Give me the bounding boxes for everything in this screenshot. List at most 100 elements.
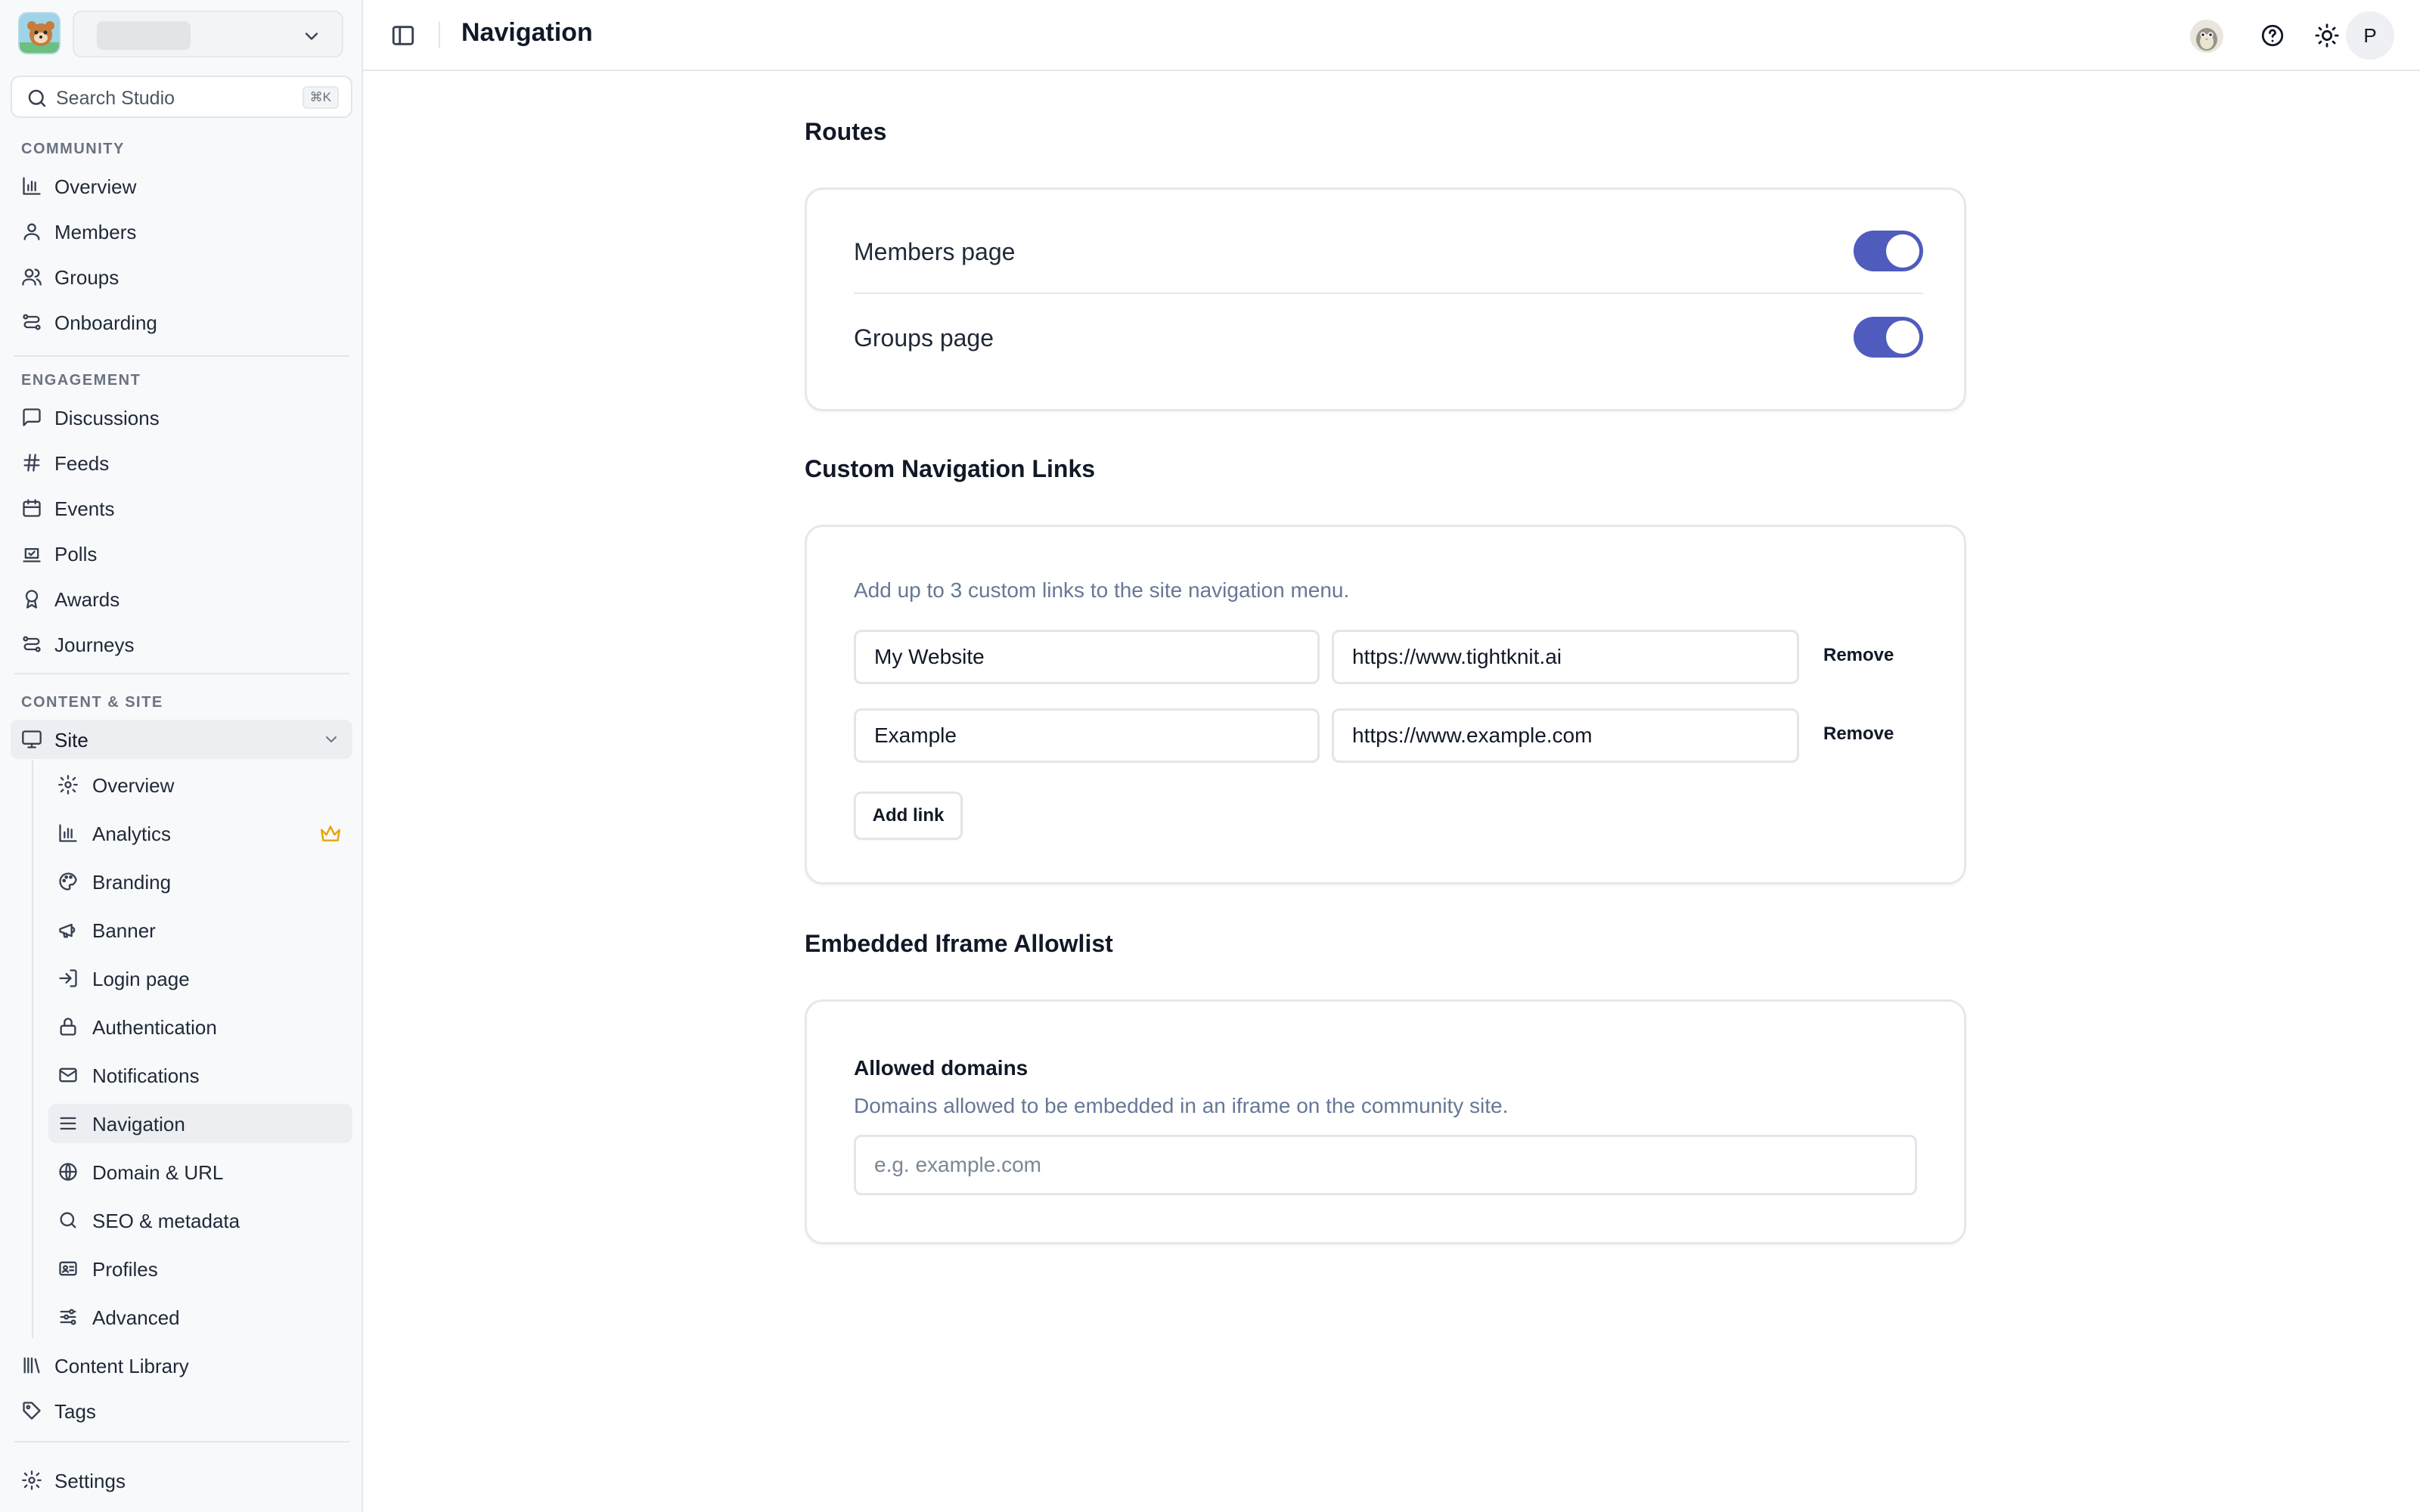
groups-page-toggle[interactable] bbox=[1854, 317, 1923, 358]
sidebar-item-label: Events bbox=[54, 497, 115, 520]
sidebar-divider bbox=[14, 1441, 349, 1442]
palette-icon bbox=[59, 872, 77, 891]
sidebar-item-label: Profiles bbox=[92, 1258, 158, 1281]
sidebar-item-label: Groups bbox=[54, 266, 119, 289]
sidebar-subitem-advanced[interactable]: Advanced bbox=[48, 1297, 352, 1337]
route-icon bbox=[23, 314, 41, 330]
lock-icon bbox=[60, 1018, 76, 1036]
message-square-icon bbox=[23, 408, 41, 426]
sidebar-item-feeds[interactable]: Feeds bbox=[11, 443, 352, 482]
sidebar-subitem-login-page[interactable]: Login page bbox=[48, 959, 352, 998]
sidebar-item-label: Feeds bbox=[54, 452, 110, 475]
sidebar-item-label: Navigation bbox=[92, 1113, 185, 1136]
community-logo[interactable] bbox=[18, 12, 60, 54]
id-card-icon bbox=[59, 1261, 77, 1276]
sidebar-subitem-overview[interactable]: Overview bbox=[48, 765, 352, 804]
sidebar-item-label: Notifications bbox=[92, 1064, 200, 1087]
sidebar-item-events[interactable]: Events bbox=[11, 488, 352, 528]
sidebar-subitem-domain-url[interactable]: Domain & URL bbox=[48, 1152, 352, 1191]
link-name-input[interactable] bbox=[854, 708, 1320, 763]
sidebar-item-label: Overview bbox=[54, 175, 137, 198]
link-name-input[interactable] bbox=[854, 630, 1320, 684]
award-icon bbox=[25, 590, 39, 609]
sidebar-subitem-notifications[interactable]: Notifications bbox=[48, 1055, 352, 1095]
sidebar-item-overview[interactable]: Overview bbox=[11, 166, 352, 206]
sidebar-item-awards[interactable]: Awards bbox=[11, 579, 352, 618]
search-studio[interactable]: Search Studio ⌘K bbox=[11, 76, 352, 118]
sidebar-item-label: Domain & URL bbox=[92, 1161, 224, 1184]
link-url-input[interactable] bbox=[1332, 708, 1799, 763]
members-page-toggle[interactable] bbox=[1854, 231, 1923, 271]
section-label-engagement: ENGAGEMENT bbox=[21, 372, 141, 389]
sidebar-item-groups[interactable]: Groups bbox=[11, 257, 352, 296]
routes-card: Members page Groups page bbox=[805, 187, 1966, 411]
sidebar-subitem-profiles[interactable]: Profiles bbox=[48, 1249, 352, 1288]
crown-premium-icon bbox=[321, 826, 340, 841]
routes-heading: Routes bbox=[805, 118, 887, 145]
sidebar-item-label: Overview bbox=[92, 774, 175, 797]
bar-chart-icon bbox=[59, 824, 77, 842]
route-row-groups: Groups page bbox=[854, 296, 1923, 380]
sidebar-toggle-icon[interactable] bbox=[390, 23, 416, 48]
megaphone-icon bbox=[59, 923, 76, 938]
sidebar-item-onboarding[interactable]: Onboarding bbox=[11, 302, 352, 342]
sidebar-subitem-banner[interactable]: Banner bbox=[48, 910, 352, 950]
sidebar-item-tags[interactable]: Tags bbox=[11, 1391, 352, 1430]
sidebar-subitem-analytics[interactable]: Analytics bbox=[48, 813, 352, 853]
gear-icon bbox=[22, 1470, 42, 1490]
sliders-icon bbox=[60, 1309, 76, 1325]
sun-icon[interactable] bbox=[2314, 23, 2340, 48]
user-icon bbox=[23, 223, 40, 240]
hash-icon bbox=[23, 454, 40, 472]
custom-links-heading: Custom Navigation Links bbox=[805, 455, 1096, 482]
iframe-allowlist-card: Allowed domains Domains allowed to be em… bbox=[805, 999, 1966, 1244]
sidebar-item-settings[interactable]: Settings bbox=[11, 1461, 352, 1500]
allowed-domains-input[interactable] bbox=[854, 1135, 1917, 1195]
route-label: Groups page bbox=[854, 324, 994, 352]
route-label: Members page bbox=[854, 238, 1016, 265]
log-in-icon bbox=[59, 969, 77, 987]
remove-link-button[interactable]: Remove bbox=[1823, 645, 1894, 666]
sidebar-item-content-library[interactable]: Content Library bbox=[11, 1346, 352, 1385]
sidebar-item-label: Banner bbox=[92, 919, 156, 942]
user-avatar[interactable]: P bbox=[2346, 11, 2394, 60]
iframe-allowlist-heading: Embedded Iframe Allowlist bbox=[805, 930, 1113, 957]
route-row-members: Members page bbox=[854, 209, 1923, 294]
app-root: Search Studio ⌘K COMMUNITY Overview Memb… bbox=[0, 0, 2420, 1512]
link-url-input[interactable] bbox=[1332, 630, 1799, 684]
sidebar-item-members[interactable]: Members bbox=[11, 212, 352, 251]
sidebar-item-journeys[interactable]: Journeys bbox=[11, 624, 352, 664]
calendar-icon bbox=[23, 499, 41, 517]
top-header: Navigation P bbox=[363, 0, 2420, 71]
workspace-switcher[interactable] bbox=[73, 11, 343, 57]
help-circle-icon[interactable] bbox=[2260, 23, 2285, 48]
sidebar-item-label: SEO & metadata bbox=[92, 1210, 240, 1232]
sidebar-item-label: Tags bbox=[54, 1400, 96, 1423]
section-label-community: COMMUNITY bbox=[21, 141, 125, 157]
search-shortcut: ⌘K bbox=[302, 86, 339, 109]
workspace-name-placeholder bbox=[97, 21, 191, 50]
sidebar-item-site[interactable]: Site bbox=[11, 720, 352, 759]
sidebar-item-label: Onboarding bbox=[54, 311, 157, 334]
sidebar-divider bbox=[14, 355, 349, 357]
globe-icon bbox=[59, 1163, 77, 1181]
route-icon bbox=[23, 636, 41, 652]
sidebar-item-label: Settings bbox=[54, 1470, 126, 1492]
sidebar-subitem-navigation[interactable]: Navigation bbox=[48, 1104, 352, 1143]
sidebar-item-label: Login page bbox=[92, 968, 190, 990]
submenu-rail bbox=[32, 761, 33, 1338]
sidebar-subitem-seo-metadata[interactable]: SEO & metadata bbox=[48, 1201, 352, 1240]
gear-icon bbox=[58, 775, 78, 795]
remove-link-button[interactable]: Remove bbox=[1823, 723, 1894, 745]
sidebar-item-label: Advanced bbox=[92, 1306, 180, 1329]
sidebar-item-polls[interactable]: Polls bbox=[11, 534, 352, 573]
sidebar-subitem-authentication[interactable]: Authentication bbox=[48, 1007, 352, 1046]
mascot-icon[interactable] bbox=[2189, 18, 2225, 54]
tag-icon bbox=[23, 1402, 41, 1420]
sidebar-item-discussions[interactable]: Discussions bbox=[11, 398, 352, 437]
custom-links-description: Add up to 3 custom links to the site nav… bbox=[854, 578, 1350, 602]
sidebar-subitem-branding[interactable]: Branding bbox=[48, 862, 352, 901]
bar-chart-icon bbox=[23, 177, 41, 195]
allowed-domains-help: Domains allowed to be embedded in an ifr… bbox=[854, 1094, 1509, 1117]
add-link-button[interactable]: Add link bbox=[854, 792, 963, 840]
